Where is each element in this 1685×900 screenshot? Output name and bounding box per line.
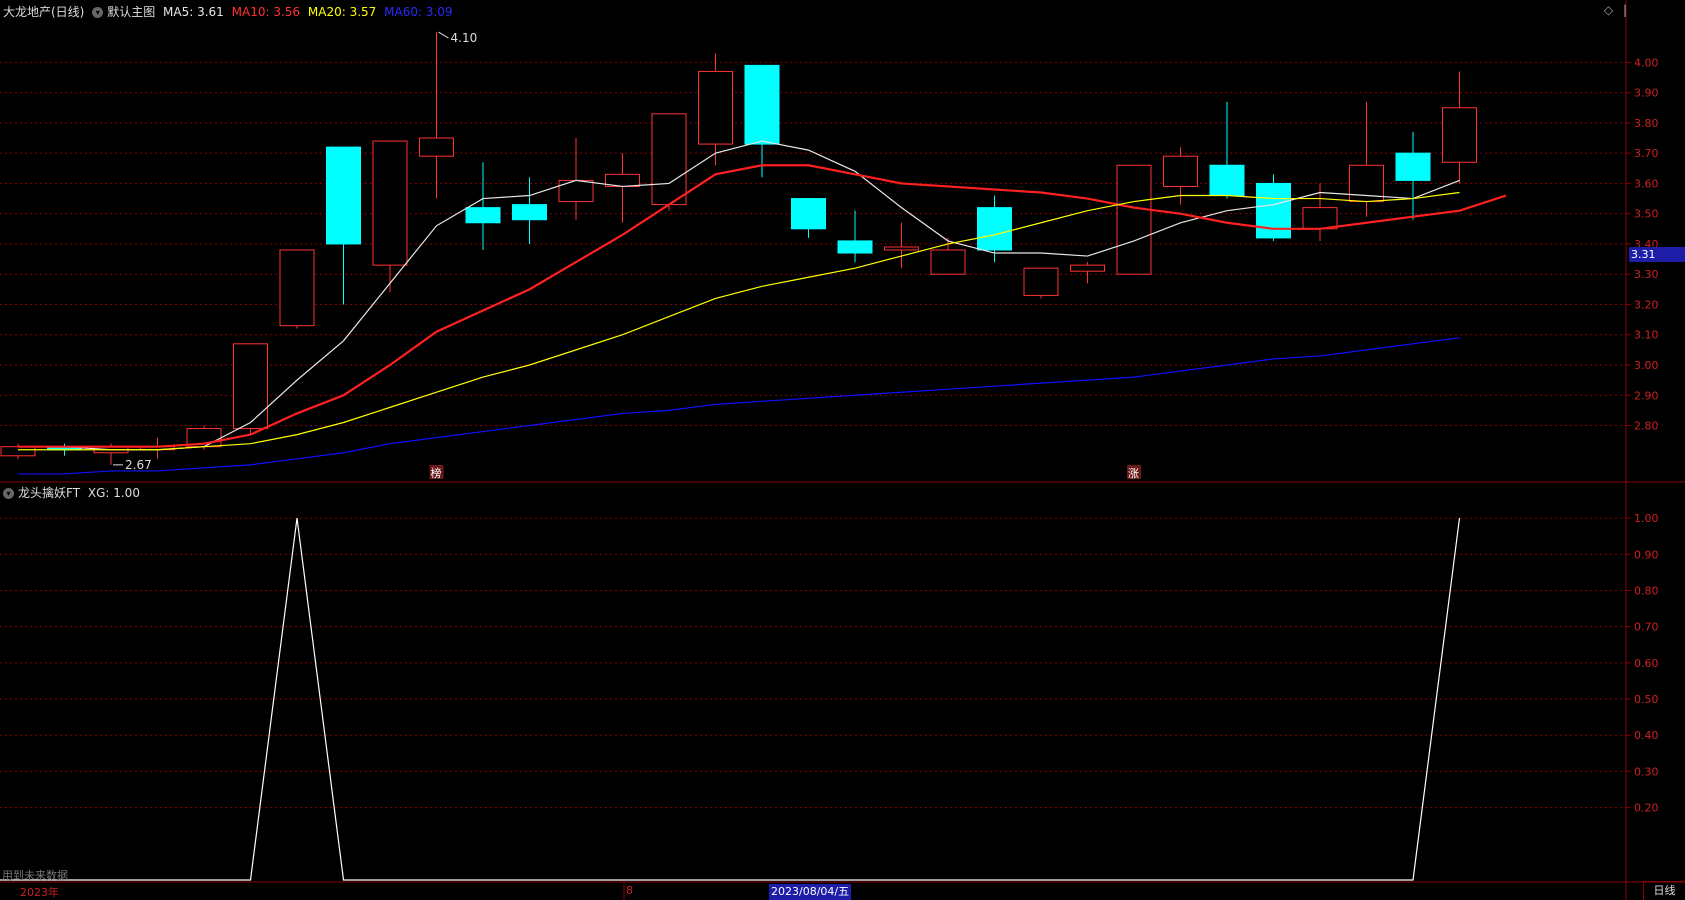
main-legend: 大龙地产(日线) ▾ 默认主图 MA5: 3.61 MA10: 3.56 MA20… (3, 3, 457, 20)
candle (1070, 262, 1105, 284)
indicator-dropdown-icon[interactable]: ▾ (3, 488, 14, 499)
stock-title[interactable]: 大龙地产(日线) (3, 5, 84, 19)
candle-body-up (1116, 164, 1152, 275)
indicator-tick-label: 0.70 (1634, 621, 1659, 634)
candle (326, 146, 361, 305)
price-tick-label: 3.90 (1634, 87, 1659, 100)
candle-body-down (791, 198, 826, 230)
candle (884, 222, 919, 269)
candle (1442, 71, 1477, 184)
template-label[interactable]: 默认主图 (107, 5, 155, 19)
low-marker-label: 2.67 (125, 458, 152, 472)
price-tick-label: 2.90 (1634, 389, 1659, 402)
future-data-note: 用到未来数据 (2, 869, 68, 882)
candle-body-down (1209, 164, 1245, 197)
candle-body-up (1023, 267, 1059, 296)
ma20-value: MA20: 3.57 (307, 5, 377, 19)
candle (1349, 101, 1384, 217)
price-tick-label: 3.80 (1634, 117, 1659, 130)
indicator-tick-label: 0.90 (1634, 548, 1659, 561)
candle (837, 210, 873, 263)
current-date-label: 2023/08/04/五 (769, 884, 852, 900)
signal-mark-label: 榜 (431, 466, 442, 480)
price-tick-label: 3.60 (1634, 177, 1659, 190)
price-tick-label: 3.50 (1634, 208, 1659, 221)
candle-body-down (744, 64, 780, 145)
candle (698, 53, 733, 166)
candle (279, 249, 315, 329)
indicator-tick-label: 0.40 (1634, 729, 1659, 742)
indicator-name[interactable]: 龙头擒妖FT (18, 486, 80, 500)
candle (605, 153, 640, 223)
candle-body-down (465, 207, 501, 224)
diamond-icon[interactable]: ◇ (1604, 3, 1613, 17)
window-controls: ◇ | (1604, 3, 1627, 17)
candle-body-up (1163, 155, 1198, 187)
year-label: 2023年 (20, 886, 59, 899)
indicator-legend: ▾ 龙头擒妖FT XG: 1.00 (3, 484, 144, 501)
high-marker-label: 4.10 (451, 31, 478, 45)
xg-value: XG: 1.00 (87, 486, 140, 500)
indicator-tick-label: 0.50 (1634, 693, 1659, 706)
grid-layer (0, 0, 1685, 900)
candle-body-down (512, 204, 547, 221)
ma10-value: MA10: 3.56 (231, 5, 301, 19)
price-tick-label: 3.30 (1634, 268, 1659, 281)
candle-body-up (698, 70, 733, 145)
signal-mark-label: 涨 (1128, 467, 1139, 480)
chart-canvas[interactable]: 2.802.903.003.103.203.303.403.503.603.70… (0, 0, 1685, 900)
indicator-tick-label: 0.60 (1634, 657, 1659, 670)
candle (372, 140, 408, 293)
candle (419, 32, 454, 199)
price-tick-label: 3.70 (1634, 147, 1659, 160)
candle-body-up (372, 140, 408, 266)
price-tick-label: 3.10 (1634, 329, 1659, 342)
candle-body-up (233, 343, 268, 430)
candle (977, 195, 1012, 263)
vertical-bar-icon[interactable]: | (1623, 3, 1627, 17)
candle (558, 138, 594, 220)
price-tick-label: 4.00 (1634, 56, 1659, 69)
price-tick-label: 3.00 (1634, 359, 1659, 372)
template-dropdown-icon[interactable]: ▾ (92, 7, 104, 18)
high-marker-arrow (438, 31, 449, 39)
price-tick-label: 2.80 (1634, 420, 1659, 433)
candle-body-up (1070, 264, 1105, 272)
candle-body-up (1442, 107, 1477, 163)
candle-body-up (419, 137, 454, 157)
indicator-tick-label: 1.00 (1634, 512, 1659, 525)
candle (1023, 267, 1059, 299)
candle-body-down (837, 240, 873, 254)
ma5-value: MA5: 3.61 (163, 5, 224, 19)
candle (512, 177, 547, 244)
period-button[interactable]: 日线 (1643, 881, 1685, 900)
candle (791, 198, 826, 238)
candle-body-up (651, 113, 687, 206)
candle (140, 437, 175, 459)
candle (1395, 131, 1431, 220)
indicator-tick-label: 0.30 (1634, 765, 1659, 778)
candle-body-up (279, 249, 315, 327)
candle (744, 64, 780, 178)
candle (1209, 101, 1245, 199)
candle-body-down (326, 146, 361, 245)
candle (233, 343, 268, 435)
candle-body-up (884, 246, 919, 251)
indicator-tick-label: 0.20 (1634, 802, 1659, 815)
candle-body-down (977, 207, 1012, 251)
indicator-tick-label: 0.80 (1634, 584, 1659, 597)
price-layer (0, 32, 1477, 465)
candle-body-up (1302, 207, 1338, 230)
candle-body-up (930, 249, 966, 275)
ma60-value: MA60: 3.09 (384, 5, 453, 19)
candle-body-up (0, 446, 36, 457)
candle (1256, 174, 1291, 241)
candle-body-up (558, 179, 594, 203)
candle (1116, 164, 1152, 275)
candle-body-down (1395, 152, 1431, 181)
price-tick-label: 3.20 (1634, 298, 1659, 311)
month-label: 8 (626, 884, 633, 897)
last-price-tag: 3.31 (1629, 247, 1685, 262)
